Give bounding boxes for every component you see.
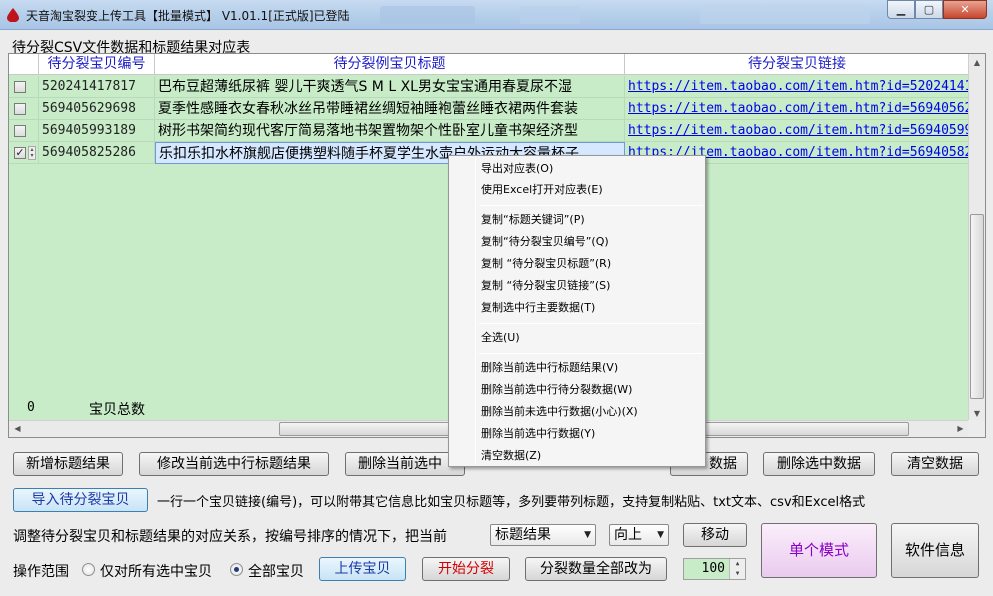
edit-title-button[interactable]: 修改当前选中行标题结果	[139, 452, 329, 476]
row-checkbox[interactable]	[14, 81, 26, 93]
import-hint: 一行一个宝贝链接(编号)，可以附带其它信息比如宝贝标题等，多列要带列标题，支持复…	[157, 495, 866, 510]
app-logo-icon	[7, 8, 19, 22]
table-row[interactable]: 520241417817 巴布豆超薄纸尿裤 婴儿干爽透气S M L XL男女宝宝…	[9, 76, 969, 98]
scroll-up-icon[interactable]: ▲	[969, 54, 985, 71]
menu-separator	[479, 353, 703, 354]
menu-item-export[interactable]: 导出对应表(O)	[481, 159, 553, 179]
scope-all-label[interactable]: 全部宝贝	[248, 561, 304, 581]
menu-item-copy-id[interactable]: 复制“待分裂宝贝编号”(Q)	[481, 232, 609, 252]
scope-all-radio[interactable]	[230, 563, 243, 576]
import-button[interactable]: 导入待分裂宝贝	[13, 488, 148, 512]
adjust-label: 调整待分裂宝贝和标题结果的对应关系，按编号排序的情况下，把当前	[13, 529, 447, 545]
row-checkbox[interactable]	[14, 103, 26, 115]
row-checkbox[interactable]	[14, 125, 26, 137]
menu-gutter	[475, 158, 476, 464]
blurred-region	[520, 6, 580, 24]
chevron-down-icon: ▼	[584, 530, 591, 540]
upload-button[interactable]: 上传宝贝	[319, 557, 406, 581]
clear-data-button[interactable]: 清空数据	[891, 452, 979, 476]
menu-item-delete-selected[interactable]: 删除当前选中行数据(Y)	[481, 424, 595, 444]
single-mode-button[interactable]: 单个模式	[761, 523, 877, 578]
row-check-cell: ✓ ▴ ▾	[9, 142, 39, 164]
grid-header-title[interactable]: 待分裂例宝贝标题	[155, 54, 625, 75]
footer-label: 宝贝总数	[89, 402, 145, 418]
vertical-scrollbar[interactable]: ▲ ▼	[968, 54, 985, 422]
cell-link[interactable]: https://item.taobao.com/item.htm?id=5694…	[625, 98, 969, 120]
grid-header-mark	[9, 54, 39, 75]
cell-id[interactable]: 569405629698	[39, 98, 155, 120]
chevron-down-icon: ▼	[657, 530, 664, 540]
cell-id[interactable]: 520241417817	[39, 76, 155, 98]
table-row[interactable]: 569405629698 夏季性感睡衣女春秋冰丝吊带睡裙丝绸短袖睡袍蕾丝睡衣裙两…	[9, 98, 969, 120]
context-menu: 导出对应表(O) 使用Excel打开对应表(E) 复制“标题关键词”(P) 复制…	[448, 155, 706, 467]
menu-separator	[479, 205, 703, 206]
cell-link[interactable]: https://item.taobao.com/item.htm?id=5694…	[625, 120, 969, 142]
target-select-value: 标题结果	[495, 527, 551, 543]
direction-select-value: 向上	[614, 527, 642, 543]
add-title-button[interactable]: 新增标题结果	[13, 452, 123, 476]
minimize-button[interactable]: ▁	[887, 0, 915, 19]
menu-item-delete-split-data[interactable]: 删除当前选中行待分裂数据(W)	[481, 380, 632, 400]
maximize-button[interactable]: ▢	[915, 0, 943, 19]
scope-label: 操作范围	[13, 564, 69, 580]
grid-header-link[interactable]: 待分裂宝贝链接	[625, 54, 969, 75]
menu-item-open-excel[interactable]: 使用Excel打开对应表(E)	[481, 180, 603, 200]
scope-selected-radio[interactable]	[82, 563, 95, 576]
delete-current-button[interactable]: 删除当前选中	[345, 452, 465, 476]
menu-item-clear[interactable]: 清空数据(Z)	[481, 446, 541, 466]
footer-count: 0	[27, 400, 35, 415]
row-check-cell	[9, 120, 39, 142]
delete-selected-button[interactable]: 删除选中数据	[763, 452, 875, 476]
target-select[interactable]: 标题结果 ▼	[490, 524, 596, 546]
split-count-value: 100	[701, 561, 725, 576]
row-check-cell	[9, 98, 39, 120]
menu-item-delete-title-result[interactable]: 删除当前选中行标题结果(V)	[481, 358, 618, 378]
close-button[interactable]: ✕	[943, 0, 987, 19]
window-title: 天音淘宝裂变上传工具【批量模式】 V1.01.1[正式版]已登陆	[26, 9, 350, 23]
grid-header: 待分裂宝贝编号 待分裂例宝贝标题 待分裂宝贝链接	[9, 54, 969, 75]
menu-item-copy-keywords[interactable]: 复制“标题关键词”(P)	[481, 210, 585, 230]
move-button[interactable]: 移动	[683, 523, 747, 547]
row-spinner[interactable]: ▴ ▾	[28, 146, 36, 160]
split-count-spinner[interactable]: 100 ▲ ▼	[683, 558, 746, 580]
scroll-corner	[968, 420, 985, 437]
menu-item-copy-row[interactable]: 复制选中行主要数据(T)	[481, 298, 595, 318]
blurred-region	[700, 6, 870, 24]
start-split-button[interactable]: 开始分裂	[422, 557, 510, 581]
scope-selected-label[interactable]: 仅对所有选中宝贝	[100, 561, 212, 581]
cell-link[interactable]: https://item.taobao.com/item.htm?id=5202…	[625, 76, 969, 98]
row-check-cell	[9, 76, 39, 98]
window-controls: ▁ ▢ ✕	[887, 0, 987, 20]
cell-title[interactable]: 巴布豆超薄纸尿裤 婴儿干爽透气S M L XL男女宝宝通用春夏尿不湿	[155, 76, 625, 98]
table-row[interactable]: 569405993189 树形书架简约现代客厅简易落地书架置物架个性卧室儿童书架…	[9, 120, 969, 142]
cell-title[interactable]: 树形书架简约现代客厅简易落地书架置物架个性卧室儿童书架经济型	[155, 120, 625, 142]
row-checkbox-checked[interactable]: ✓	[14, 147, 26, 159]
scroll-thumb[interactable]	[970, 214, 984, 399]
scroll-right-icon[interactable]: ▶	[952, 421, 969, 437]
menu-item-copy-title[interactable]: 复制 “待分裂宝贝标题”(R)	[481, 254, 611, 274]
cell-id[interactable]: 569405825286	[39, 142, 155, 164]
blurred-region	[380, 6, 475, 24]
menu-separator	[479, 323, 703, 324]
menu-item-copy-link[interactable]: 复制 “待分裂宝贝链接”(S)	[481, 276, 610, 296]
title-bar: 天音淘宝裂变上传工具【批量模式】 V1.01.1[正式版]已登陆 ▁ ▢ ✕	[0, 0, 993, 30]
menu-item-delete-unselected[interactable]: 删除当前未选中行数据(小心)(X)	[481, 402, 638, 422]
spinner-arrows-icon[interactable]: ▲ ▼	[729, 559, 745, 579]
direction-select[interactable]: 向上 ▼	[609, 524, 669, 546]
cell-id[interactable]: 569405993189	[39, 120, 155, 142]
software-info-button[interactable]: 软件信息	[891, 523, 979, 578]
scroll-left-icon[interactable]: ◀	[9, 421, 26, 437]
grid-header-id[interactable]: 待分裂宝贝编号	[39, 54, 155, 75]
change-all-button[interactable]: 分裂数量全部改为	[525, 557, 667, 581]
menu-item-select-all[interactable]: 全选(U)	[481, 328, 520, 348]
cell-title[interactable]: 夏季性感睡衣女春秋冰丝吊带睡裙丝绸短袖睡袍蕾丝睡衣裙两件套装	[155, 98, 625, 120]
